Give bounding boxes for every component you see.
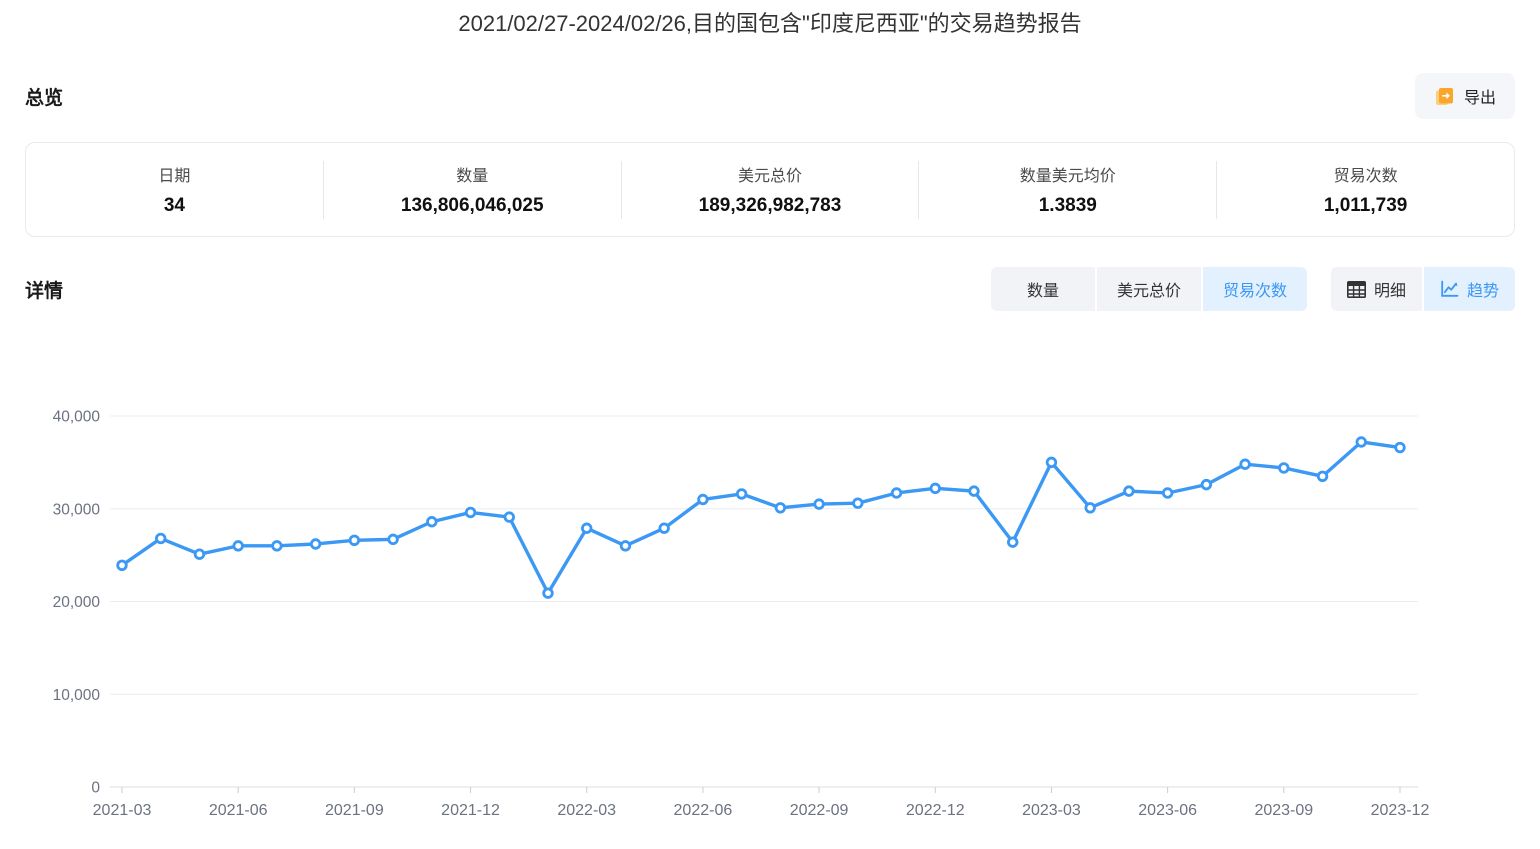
x-axis-tick-label: 2023-06: [1138, 802, 1197, 819]
stat-date: 日期 34: [26, 162, 323, 217]
stat-value: 1,011,739: [1217, 195, 1514, 217]
stat-quantity: 数量 136,806,046,025: [324, 162, 621, 217]
data-point[interactable]: [1396, 443, 1405, 452]
data-point[interactable]: [737, 490, 746, 499]
stat-label: 数量: [324, 162, 621, 186]
x-axis-tick-label: 2022-06: [674, 802, 733, 819]
data-point[interactable]: [970, 487, 979, 496]
data-point[interactable]: [1318, 472, 1327, 481]
y-axis-tick-label: 40,000: [53, 409, 101, 426]
export-icon: [1434, 86, 1455, 107]
data-point[interactable]: [1008, 538, 1017, 547]
x-axis-tick-label: 2023-09: [1254, 802, 1313, 819]
data-point[interactable]: [1202, 480, 1211, 489]
x-axis-tick-label: 2023-12: [1371, 802, 1430, 819]
export-button[interactable]: 导出: [1415, 73, 1515, 119]
data-point[interactable]: [621, 542, 630, 551]
view-trend-button[interactable]: 趋势: [1424, 267, 1515, 311]
overview-heading: 总览: [25, 83, 63, 110]
x-axis-tick-label: 2022-12: [906, 802, 965, 819]
data-point[interactable]: [1280, 464, 1289, 473]
y-axis-tick-label: 0: [91, 780, 100, 797]
data-point[interactable]: [660, 524, 669, 533]
data-point[interactable]: [389, 535, 398, 544]
details-heading: 详情: [25, 276, 63, 303]
data-point[interactable]: [1241, 460, 1250, 469]
export-button-label: 导出: [1464, 84, 1496, 108]
stat-label: 美元总价: [622, 162, 919, 186]
view-trend-label: 趋势: [1467, 277, 1499, 301]
x-axis-tick-label: 2021-09: [325, 802, 384, 819]
x-axis-tick-label: 2021-12: [441, 802, 500, 819]
view-tab-group: 明细 趋势: [1331, 267, 1515, 311]
data-point[interactable]: [699, 495, 708, 504]
data-point[interactable]: [544, 589, 553, 598]
data-point[interactable]: [350, 536, 359, 545]
y-axis-tick-label: 10,000: [53, 687, 101, 704]
stat-label: 数量美元均价: [919, 162, 1216, 186]
data-point[interactable]: [195, 550, 204, 559]
trend-line: [122, 442, 1400, 593]
trend-icon: [1440, 280, 1459, 298]
stat-value: 1.3839: [919, 195, 1216, 217]
x-axis-tick-label: 2022-09: [790, 802, 849, 819]
stat-value: 34: [26, 195, 323, 217]
y-axis-tick-label: 20,000: [53, 594, 101, 611]
data-point[interactable]: [118, 561, 127, 570]
data-point[interactable]: [505, 513, 514, 522]
x-axis-tick-label: 2021-03: [93, 802, 152, 819]
x-axis-tick-label: 2022-03: [557, 802, 616, 819]
trend-chart-canvas: 0 10,000 20,000 30,000 40,000 2021-03 2021-06 2…: [0, 369, 1540, 849]
stat-usd-total: 美元总价 189,326,982,783: [622, 162, 919, 217]
data-point[interactable]: [892, 489, 901, 498]
data-point[interactable]: [311, 540, 320, 549]
stat-value: 136,806,046,025: [324, 195, 621, 217]
data-point[interactable]: [582, 524, 591, 533]
overview-header: 总览 导出: [0, 73, 1540, 119]
data-point[interactable]: [854, 499, 863, 508]
data-point[interactable]: [931, 484, 940, 493]
data-point[interactable]: [428, 517, 437, 526]
data-point[interactable]: [1125, 487, 1134, 496]
stat-avg-usd-price: 数量美元均价 1.3839: [919, 162, 1216, 217]
data-point[interactable]: [234, 542, 243, 551]
x-axis-tick-label: 2023-03: [1022, 802, 1081, 819]
metric-tab-group: 数量 美元总价 贸易次数: [991, 267, 1307, 311]
stat-label: 日期: [26, 162, 323, 186]
stat-label: 贸易次数: [1217, 162, 1514, 186]
tab-trade-count[interactable]: 贸易次数: [1203, 267, 1307, 311]
x-axis-tick-label: 2021-06: [209, 802, 268, 819]
tab-quantity[interactable]: 数量: [991, 267, 1095, 311]
details-header: 详情 数量 美元总价 贸易次数 明细: [0, 267, 1540, 311]
page-title: 2021/02/27-2024/02/26,目的国包含"印度尼西亚"的交易趋势报…: [0, 0, 1540, 40]
stat-trade-count: 贸易次数 1,011,739: [1217, 162, 1514, 217]
data-point[interactable]: [156, 534, 165, 543]
data-point[interactable]: [1086, 504, 1095, 513]
data-point[interactable]: [273, 542, 282, 551]
view-detail-button[interactable]: 明细: [1331, 267, 1422, 311]
y-axis-tick-label: 30,000: [53, 501, 101, 518]
view-detail-label: 明细: [1374, 277, 1406, 301]
data-point[interactable]: [1163, 489, 1172, 498]
data-point[interactable]: [815, 500, 824, 509]
data-point[interactable]: [1047, 458, 1056, 467]
data-point[interactable]: [776, 504, 785, 513]
trend-chart: 0 10,000 20,000 30,000 40,000 2021-03 2021-06 2…: [0, 369, 1540, 849]
data-point[interactable]: [1357, 438, 1366, 447]
stat-value: 189,326,982,783: [622, 195, 919, 217]
tab-usd-total[interactable]: 美元总价: [1097, 267, 1201, 311]
data-point[interactable]: [466, 508, 475, 517]
table-icon: [1347, 281, 1366, 298]
overview-stats-card: 日期 34 数量 136,806,046,025 美元总价 189,326,98…: [25, 142, 1515, 237]
